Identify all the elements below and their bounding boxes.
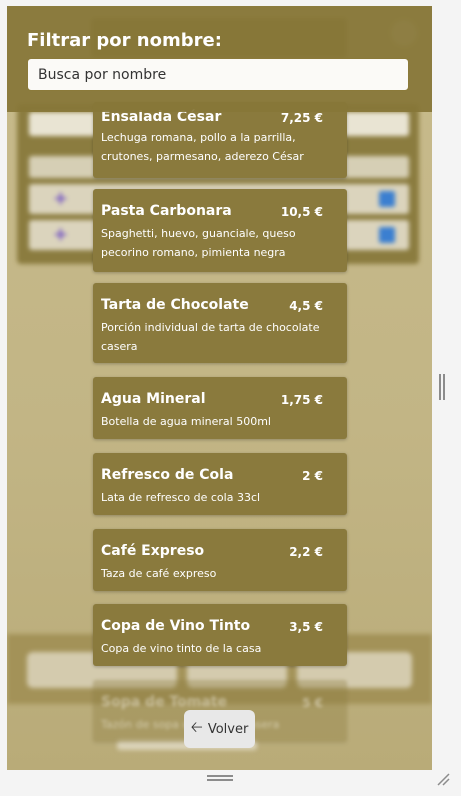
menu-item-name: Copa de Vino Tinto (101, 618, 251, 634)
menu-item-name: Sopa de Tomate (101, 694, 227, 710)
menu-item-name: Refresco de Cola (101, 467, 234, 483)
menu-item-card[interactable]: Agua Mineral 1,75 € Botella de agua mine… (93, 377, 347, 439)
menu-item-price: 10,5 € (280, 205, 323, 219)
back-button-label: Volver (207, 721, 249, 737)
menu-item-name: Tarta de Chocolate (101, 297, 249, 313)
filter-header: Filtrar por nombre: (7, 6, 432, 112)
menu-item-name: Agua Mineral (101, 391, 206, 407)
menu-item-price: 4,5 € (289, 299, 323, 313)
filter-label: Filtrar por nombre: (27, 30, 222, 51)
menu-item-description: Botella de agua mineral 500ml (101, 415, 271, 428)
menu-item-price: 2,2 € (289, 545, 323, 559)
menu-item-description: Copa de vino tinto de la casa (101, 642, 262, 655)
search-input[interactable] (27, 58, 409, 91)
menu-item-price: 5 € (302, 696, 323, 710)
bottom-resize-handle[interactable] (207, 775, 233, 781)
menu-item-card[interactable]: Café Expreso 2,2 € Taza de café expreso (93, 529, 347, 591)
menu-item-description: Taza de café expreso (101, 567, 217, 580)
back-button[interactable]: 🡠 Volver (184, 710, 255, 748)
menu-item-card[interactable]: Refresco de Cola 2 € Lata de refresco de… (93, 453, 347, 515)
menu-item-price: 1,75 € (280, 393, 323, 407)
menu-list[interactable]: Ensalada César 7,25 € Lechuga romana, po… (7, 6, 432, 770)
menu-item-name: Pasta Carbonara (101, 203, 232, 219)
menu-item-price: 3,5 € (289, 620, 323, 634)
side-resize-handle[interactable] (439, 374, 445, 400)
menu-item-name: Café Expreso (101, 543, 205, 559)
arrow-left-icon: 🡠 (190, 717, 203, 736)
menu-item-card[interactable]: Copa de Vino Tinto 3,5 € Copa de vino ti… (93, 604, 347, 666)
menu-item-description: Lechuga romana, pollo a la parrilla, cru… (101, 131, 304, 163)
menu-item-description: Spaghetti, huevo, guanciale, queso pecor… (101, 227, 296, 259)
menu-item-price: 7,25 € (280, 111, 323, 125)
menu-item-description: Porción individual de tarta de chocolate… (101, 321, 320, 353)
menu-item-description: Lata de refresco de cola 33cl (101, 491, 261, 504)
menu-item-card[interactable]: Ensalada César 7,25 € Lechuga romana, po… (93, 102, 347, 178)
menu-item-price: 2 € (302, 469, 323, 483)
menu-item-card[interactable]: Tarta de Chocolate 4,5 € Porción individ… (93, 283, 347, 363)
app-viewport: + + Ensalada César 7,25 € Lechuga romana… (7, 6, 432, 770)
resize-grip-icon[interactable] (436, 772, 450, 786)
menu-item-card[interactable]: Pasta Carbonara 10,5 € Spaghetti, huevo,… (93, 189, 347, 272)
